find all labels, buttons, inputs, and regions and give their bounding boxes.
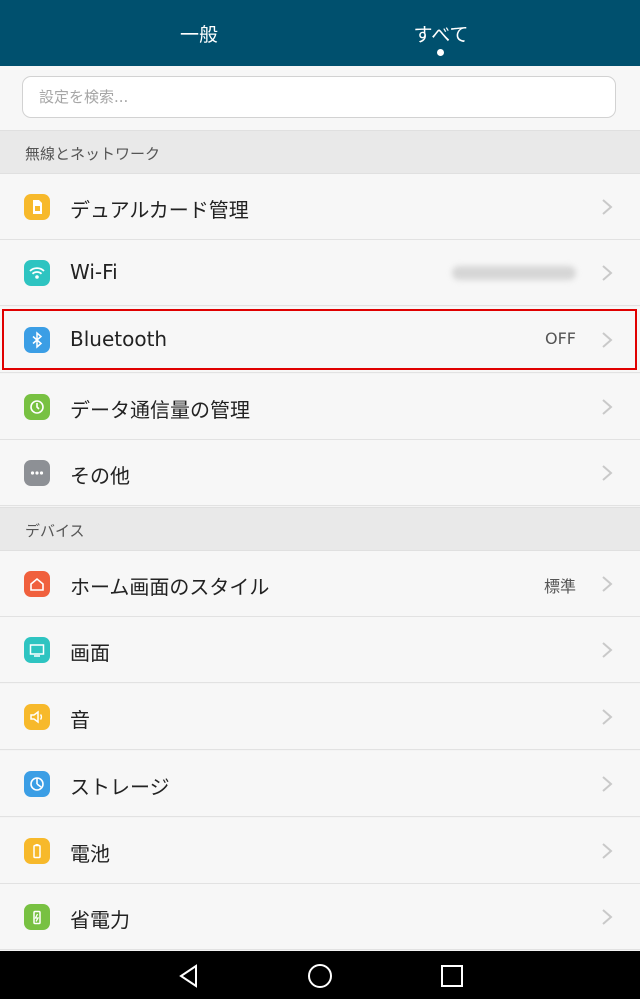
row-label: データ通信量の管理 [70, 398, 250, 422]
wifi-network-name-redacted [452, 266, 576, 280]
section-title: デバイス [25, 522, 85, 540]
chevron-right-icon [602, 199, 613, 215]
back-icon[interactable] [175, 962, 203, 990]
settings-row-battery[interactable]: 電池 [0, 818, 640, 884]
top-tab-bar: 一般 すべて [0, 0, 640, 66]
row-label: 音 [70, 708, 90, 732]
settings-row-data-usage[interactable]: データ通信量の管理 [0, 374, 640, 440]
battery-icon [24, 838, 50, 864]
chevron-right-icon [602, 265, 613, 281]
settings-row-sound[interactable]: 音 [0, 684, 640, 750]
settings-row-wifi[interactable]: Wi-Fi [0, 240, 640, 306]
chevron-right-icon [602, 776, 613, 792]
row-label: ホーム画面のスタイル [70, 575, 270, 599]
home-button-icon[interactable] [306, 962, 334, 990]
active-tab-indicator [437, 49, 444, 56]
settings-row-more[interactable]: その他 [0, 440, 640, 506]
search-bar [0, 66, 640, 130]
home-icon [24, 571, 50, 597]
sound-icon [24, 704, 50, 730]
section-header-device: デバイス [0, 507, 640, 551]
settings-row-dual-card[interactable]: デュアルカード管理 [0, 174, 640, 240]
row-label: その他 [70, 464, 130, 488]
bluetooth-status: OFF [545, 329, 576, 348]
wifi-icon [24, 260, 50, 286]
chevron-right-icon [602, 642, 613, 658]
row-label: デュアルカード管理 [70, 198, 249, 222]
chevron-right-icon [602, 399, 613, 415]
chevron-right-icon [602, 843, 613, 859]
settings-row-display[interactable]: 画面 [0, 617, 640, 683]
sim-card-icon [24, 194, 50, 220]
settings-row-bluetooth[interactable]: Bluetooth OFF [0, 307, 640, 373]
chevron-right-icon [602, 465, 613, 481]
home-style-value: 標準 [543, 577, 576, 596]
settings-row-home-style[interactable]: ホーム画面のスタイル 標準 [0, 551, 640, 617]
section-title: 無線とネットワーク [25, 145, 161, 163]
chevron-right-icon [602, 576, 613, 592]
row-label: 画面 [70, 641, 110, 665]
row-label: 電池 [70, 842, 110, 866]
display-icon [24, 637, 50, 663]
search-input[interactable] [22, 76, 616, 118]
settings-row-storage[interactable]: ストレージ [0, 751, 640, 817]
row-label: ストレージ [70, 775, 170, 799]
storage-icon [24, 771, 50, 797]
bluetooth-icon [24, 327, 50, 353]
more-icon [24, 460, 50, 486]
settings-row-power-saving[interactable]: 省電力 [0, 884, 640, 950]
recent-apps-icon[interactable] [438, 962, 466, 990]
power-saving-icon [24, 904, 50, 930]
section-header-wireless: 無線とネットワーク [0, 130, 640, 174]
data-usage-icon [24, 394, 50, 420]
tab-general[interactable]: 一般 [139, 20, 259, 47]
row-label: 省電力 [70, 908, 130, 932]
chevron-right-icon [602, 909, 613, 925]
chevron-right-icon [602, 332, 613, 348]
row-label: Bluetooth [70, 327, 168, 351]
android-navigation-bar [0, 951, 640, 999]
row-label: Wi-Fi [70, 260, 118, 284]
chevron-right-icon [602, 709, 613, 725]
tab-all[interactable]: すべて [381, 20, 501, 47]
